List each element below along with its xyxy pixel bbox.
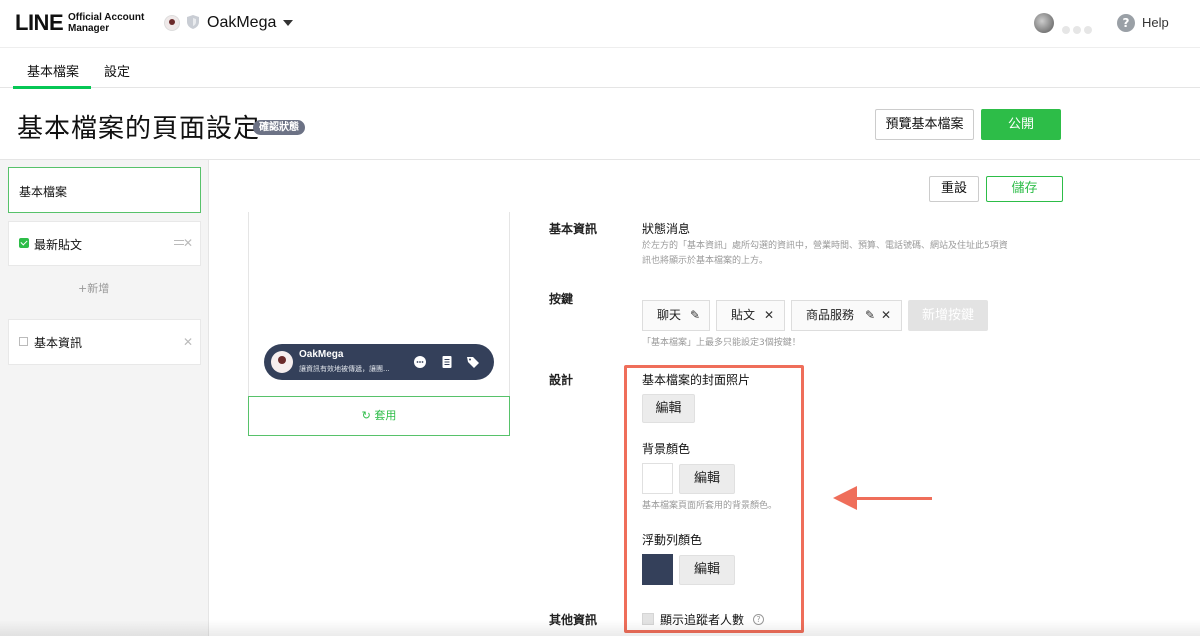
account-avatar[interactable]	[164, 15, 180, 31]
save-button[interactable]: 儲存	[986, 176, 1063, 202]
tab-profile[interactable]: 基本檔案	[27, 61, 79, 80]
post-icon	[442, 356, 452, 368]
sidebar-item-label: 基本檔案	[19, 185, 68, 199]
line-logo[interactable]: LINE	[15, 10, 64, 36]
section-label-design: 設計	[549, 373, 574, 387]
section-label-basic-info: 基本資訊	[549, 222, 598, 236]
shield-icon	[187, 15, 199, 29]
publish-button[interactable]: 公開	[981, 109, 1061, 140]
tag-icon	[467, 357, 479, 368]
status-badge[interactable]: 確認狀態	[253, 120, 305, 135]
floating-bar-name: OakMega	[299, 349, 344, 360]
refresh-icon: ↻	[361, 409, 371, 422]
user-name-redacted	[1062, 19, 1098, 34]
button-pill-label: 聊天	[657, 308, 682, 322]
checkbox-unchecked-icon[interactable]	[19, 337, 28, 346]
top-bar: LINE Official Account Manager OakMega ? …	[0, 0, 1200, 48]
preview-profile-button[interactable]: 預覽基本檔案	[875, 109, 974, 140]
active-tab-indicator	[13, 86, 91, 89]
basic-info-description: 於左方的「基本資訊」處所勾選的資訊中，營業時間、預算、電話號碼、網站及住址此5項…	[642, 239, 1008, 269]
user-avatar[interactable]	[1034, 13, 1054, 33]
sidebar-item-basic-info[interactable]: 基本資訊 ✕	[8, 319, 201, 365]
apply-label: 套用	[374, 409, 397, 422]
status-message-title: 狀態消息	[642, 222, 691, 236]
floating-bar-text: 讓資訊有效地被傳遞，讓團...	[299, 365, 390, 373]
design-highlight-box	[624, 365, 804, 633]
add-section-link[interactable]: +新增	[78, 280, 109, 296]
chat-icon	[414, 356, 426, 368]
close-icon[interactable]: ✕	[881, 301, 891, 330]
description-line: 訊也將顯示於基本檔案的上方。	[642, 256, 769, 266]
close-icon[interactable]: ✕	[764, 301, 774, 330]
checkbox-checked-icon[interactable]	[19, 238, 29, 248]
page-title: 基本檔案的頁面設定	[17, 114, 261, 144]
section-label-buttons: 按鍵	[549, 292, 574, 306]
pencil-icon[interactable]: ✎	[690, 301, 700, 330]
sidebar-item-label: 基本資訊	[34, 336, 83, 350]
button-pill-label: 商品服務	[806, 308, 855, 322]
description-line: 於左方的「基本資訊」處所勾選的資訊中，營業時間、預算、電話號碼、網站及住址此5項…	[642, 241, 1008, 251]
sidebar-item-label: 最新貼文	[34, 238, 83, 252]
arrow-shaft	[852, 497, 932, 500]
button-pill-chat[interactable]: 聊天 ✎	[642, 300, 710, 331]
floating-bar-preview: OakMega 讓資訊有效地被傳遞，讓團...	[264, 344, 494, 380]
buttons-hint: 「基本檔案」上最多只能設定3個按鍵！	[642, 338, 801, 348]
logo-subtitle-line2: Manager	[68, 23, 110, 34]
sidebar-item-profile[interactable]: 基本檔案	[8, 167, 201, 213]
reset-button[interactable]: 重設	[929, 176, 979, 202]
sidebar-item-latest-posts[interactable]: 最新貼文 ✕	[8, 221, 201, 266]
section-label-other-info: 其他資訊	[549, 613, 598, 627]
tab-bar: 基本檔案 設定	[0, 48, 1200, 89]
account-name[interactable]: OakMega	[207, 14, 276, 32]
tab-settings[interactable]: 設定	[104, 61, 130, 80]
chevron-down-icon[interactable]	[283, 20, 293, 26]
account-avatar	[271, 351, 293, 373]
button-pill-label: 貼文	[731, 308, 756, 322]
button-pill-products[interactable]: 商品服務 ✎ ✕	[791, 300, 902, 331]
add-button-button[interactable]: 新增按鍵	[908, 300, 988, 331]
close-icon[interactable]: ✕	[183, 335, 193, 349]
logo-subtitle: Official Account Manager	[68, 12, 144, 34]
close-icon[interactable]: ✕	[183, 236, 193, 250]
pencil-icon[interactable]: ✎	[865, 301, 875, 330]
button-pill-post[interactable]: 貼文 ✕	[716, 300, 785, 331]
help-icon[interactable]: ?	[1117, 14, 1135, 32]
help-link[interactable]: Help	[1142, 15, 1169, 30]
apply-button[interactable]: ↻ 套用	[248, 396, 510, 436]
logo-subtitle-line1: Official Account	[68, 12, 145, 23]
